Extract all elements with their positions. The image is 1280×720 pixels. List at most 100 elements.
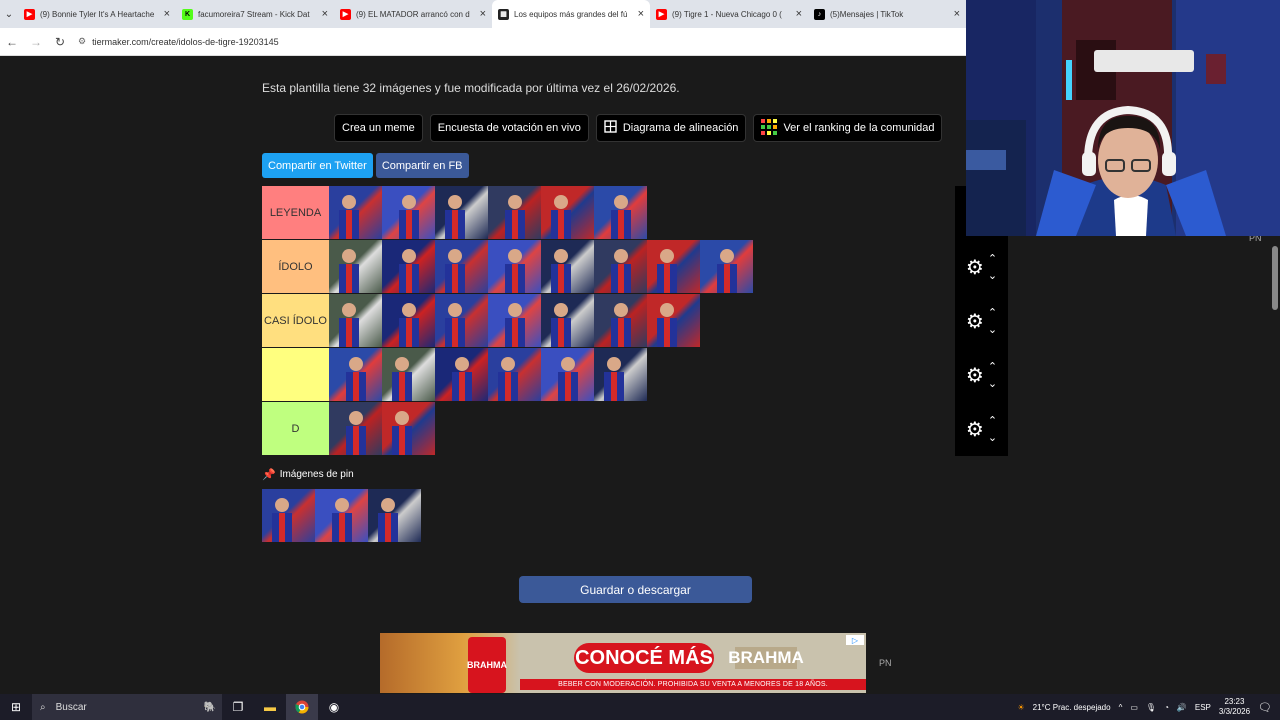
volume-icon[interactable]: 🔊 xyxy=(1177,703,1187,712)
player-image[interactable] xyxy=(647,294,700,347)
close-tab-icon[interactable]: × xyxy=(954,8,960,20)
chevron-up-icon[interactable]: ⌃ xyxy=(988,414,997,427)
player-image[interactable] xyxy=(541,240,594,293)
player-image[interactable] xyxy=(435,348,488,401)
file-explorer-icon[interactable]: ▬ xyxy=(254,694,286,720)
notifications-icon[interactable]: 🗨 xyxy=(1258,701,1272,714)
player-silhouette xyxy=(332,498,352,542)
player-image[interactable] xyxy=(382,186,435,239)
chevron-up-icon[interactable]: ⌃ xyxy=(988,360,997,373)
share-facebook-button[interactable]: Compartir en FB xyxy=(375,153,469,178)
scroll-thumb[interactable] xyxy=(1272,246,1278,310)
player-image[interactable] xyxy=(541,294,594,347)
tray-chevron-icon[interactable]: ^ xyxy=(1119,703,1123,712)
player-image[interactable] xyxy=(647,240,700,293)
brahma-ad-banner[interactable]: BRAHMA CONOCÉ MÁS BRAHMA BEBER CON MODER… xyxy=(380,633,866,693)
pinned-image[interactable] xyxy=(368,489,421,542)
close-tab-icon[interactable]: × xyxy=(164,8,170,20)
tier-items[interactable] xyxy=(329,240,955,293)
network-icon[interactable]: ▭ xyxy=(1130,703,1138,712)
forward-icon[interactable]: → xyxy=(24,30,48,54)
chevron-down-icon[interactable]: ⌄ xyxy=(988,323,997,336)
clock[interactable]: 23:23 3/3/2026 xyxy=(1219,697,1250,717)
player-image[interactable] xyxy=(435,294,488,347)
browser-tab[interactable]: ♪ (5)Mensajes | TikTok × xyxy=(808,0,966,28)
wifi-icon[interactable]: ◔ xyxy=(1164,703,1169,712)
player-image[interactable] xyxy=(541,348,594,401)
tab-search-dropdown-icon[interactable]: ⌄ xyxy=(0,0,18,28)
close-tab-icon[interactable]: × xyxy=(480,8,486,20)
chevron-down-icon[interactable]: ⌄ xyxy=(988,377,997,390)
url-field[interactable]: ⚙ tiermaker.com/create/idolos-de-tigre-1… xyxy=(78,36,279,47)
back-icon[interactable]: ← xyxy=(0,30,24,54)
player-image[interactable] xyxy=(435,240,488,293)
player-image[interactable] xyxy=(435,186,488,239)
lineup-diagram-button[interactable]: Diagrama de alineación xyxy=(595,114,747,142)
save-download-button[interactable]: Guardar o descargar xyxy=(519,576,752,603)
pinned-image[interactable] xyxy=(262,489,315,542)
taskbar-search[interactable]: ⌕ Buscar 🐘 xyxy=(32,694,222,720)
tier-items[interactable] xyxy=(329,402,955,455)
player-image[interactable] xyxy=(382,402,435,455)
chevron-up-icon[interactable]: ⌃ xyxy=(988,252,997,265)
player-image[interactable] xyxy=(329,294,382,347)
tier-label[interactable]: LEYENDA xyxy=(262,186,329,239)
task-view-icon[interactable]: ❐ xyxy=(222,694,254,720)
chrome-icon[interactable] xyxy=(286,694,318,720)
chevron-down-icon[interactable]: ⌄ xyxy=(988,431,997,444)
browser-tab[interactable]: ▶ (9) Tigre 1 - Nueva Chicago 0 (× xyxy=(650,0,808,28)
player-image[interactable] xyxy=(329,186,382,239)
player-image[interactable] xyxy=(488,186,541,239)
mic-icon[interactable]: 🎙 xyxy=(1146,703,1156,712)
player-image[interactable] xyxy=(488,348,541,401)
obs-icon[interactable]: ◉ xyxy=(318,694,350,720)
player-image[interactable] xyxy=(488,240,541,293)
player-image[interactable] xyxy=(488,294,541,347)
player-image[interactable] xyxy=(382,294,435,347)
player-image[interactable] xyxy=(382,348,435,401)
weather-text[interactable]: 21°C Prac. despejado xyxy=(1033,703,1111,712)
adchoices-icon[interactable]: ▷ xyxy=(846,635,864,645)
tier-items[interactable] xyxy=(329,294,955,347)
browser-tab[interactable]: Kfacumoreira7 Stream - Kick Dat × xyxy=(176,0,334,28)
language-indicator[interactable]: ESP xyxy=(1195,703,1211,712)
site-info-icon[interactable]: ⚙ xyxy=(78,36,86,47)
player-image[interactable] xyxy=(329,402,382,455)
player-image[interactable] xyxy=(329,240,382,293)
tier-items[interactable] xyxy=(329,348,955,401)
create-meme-button[interactable]: Crea un meme xyxy=(334,114,423,142)
player-image[interactable] xyxy=(541,186,594,239)
tier-label[interactable] xyxy=(262,348,329,401)
tier-label[interactable]: CASI ÍDOLO xyxy=(262,294,329,347)
live-poll-button[interactable]: Encuesta de votación en vivo xyxy=(429,114,589,142)
gear-icon[interactable]: ⚙ xyxy=(966,309,984,334)
player-image[interactable] xyxy=(594,348,647,401)
close-tab-icon[interactable]: × xyxy=(322,8,328,20)
tier-label[interactable]: ÍDOLO xyxy=(262,240,329,293)
browser-tab[interactable]: ▶ (9) Bonnie Tyler It's A Heartache × xyxy=(18,0,176,28)
page-scrollbar[interactable] xyxy=(1270,236,1280,694)
player-image[interactable] xyxy=(594,294,647,347)
chevron-down-icon[interactable]: ⌄ xyxy=(988,269,997,282)
reload-icon[interactable]: ↻ xyxy=(48,30,72,54)
browser-tab[interactable]: ▶ (9) EL MATADOR arrancó con d × xyxy=(334,0,492,28)
player-image[interactable] xyxy=(594,240,647,293)
close-tab-icon[interactable]: × xyxy=(638,8,644,20)
player-image[interactable] xyxy=(594,186,647,239)
tier-items[interactable] xyxy=(329,186,955,239)
gear-icon[interactable]: ⚙ xyxy=(966,363,984,388)
tab-title: facumoreira7 Stream - Kick Dat xyxy=(198,9,310,19)
community-ranking-button[interactable]: Ver el ranking de la comunidad xyxy=(753,114,943,142)
share-twitter-button[interactable]: Compartir en Twitter xyxy=(262,153,373,178)
player-image[interactable] xyxy=(700,240,753,293)
gear-icon[interactable]: ⚙ xyxy=(966,255,984,280)
chevron-up-icon[interactable]: ⌃ xyxy=(988,306,997,319)
close-tab-icon[interactable]: × xyxy=(796,8,802,20)
tier-label[interactable]: D xyxy=(262,402,329,455)
player-image[interactable] xyxy=(329,348,382,401)
browser-tab[interactable]: ▦ Los equipos más grandes del fú × xyxy=(492,0,650,28)
pinned-image[interactable] xyxy=(315,489,368,542)
player-image[interactable] xyxy=(382,240,435,293)
gear-icon[interactable]: ⚙ xyxy=(966,417,984,442)
windows-start-icon[interactable]: ⊞ xyxy=(0,694,32,720)
